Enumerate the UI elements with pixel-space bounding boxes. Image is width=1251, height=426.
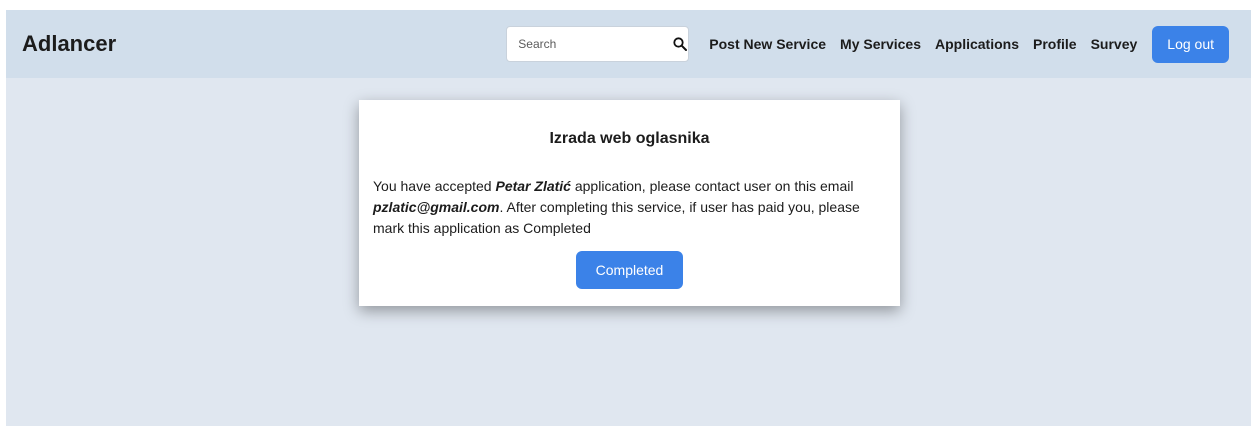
- app-root: Adlancer Post New Service My Services Ap…: [6, 10, 1251, 426]
- message-text-part: You have accepted: [373, 178, 496, 194]
- card-message: You have accepted Petar Zlatić applicati…: [373, 176, 886, 239]
- search-box: [506, 26, 690, 62]
- search-input[interactable]: [518, 37, 674, 51]
- applicant-email: pzlatic@gmail.com: [373, 199, 500, 215]
- nav-post-new-service[interactable]: Post New Service: [709, 36, 826, 52]
- brand-logo[interactable]: Adlancer: [22, 31, 116, 57]
- logout-button[interactable]: Log out: [1152, 25, 1229, 63]
- button-row: Completed: [373, 251, 886, 289]
- navbar: Adlancer Post New Service My Services Ap…: [6, 10, 1251, 78]
- message-text-part: application, please contact user on this…: [570, 178, 854, 194]
- application-card: Izrada web oglasnika You have accepted P…: [359, 100, 900, 306]
- nav-profile[interactable]: Profile: [1033, 36, 1077, 52]
- search-icon[interactable]: [673, 37, 688, 51]
- nav-survey[interactable]: Survey: [1091, 36, 1138, 52]
- completed-button[interactable]: Completed: [576, 251, 683, 289]
- nav-applications[interactable]: Applications: [935, 36, 1019, 52]
- card-title: Izrada web oglasnika: [549, 130, 710, 147]
- nav-my-services[interactable]: My Services: [840, 36, 921, 52]
- applicant-name: Petar Zlatić: [495, 178, 571, 194]
